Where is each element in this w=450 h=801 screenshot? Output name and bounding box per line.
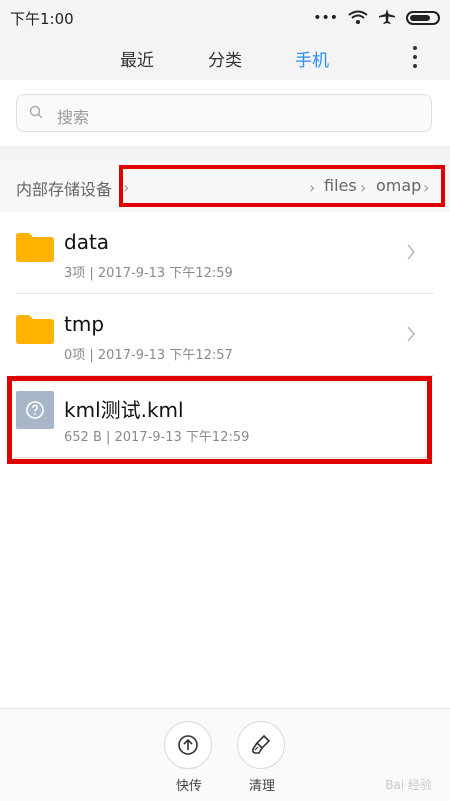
breadcrumb: 内部存储设备 › › files › omap ›	[0, 160, 450, 213]
upload-icon	[178, 735, 198, 755]
file-name: tmp	[64, 312, 105, 336]
file-row[interactable]: kml测试.kml 652 B | 2017-9-13 下午12:59	[0, 376, 450, 458]
search-area: 搜索	[0, 80, 450, 146]
file-row[interactable]: data 3项 | 2017-9-13 下午12:59	[0, 212, 450, 294]
breadcrumb-root[interactable]: 内部存储设备	[16, 176, 112, 200]
row-divider	[16, 457, 434, 458]
chevron-right-icon: ›	[309, 178, 316, 197]
brush-icon	[251, 734, 271, 754]
tab-recent[interactable]: 最近	[120, 46, 154, 71]
folder-icon	[16, 315, 54, 344]
bottom-action-bar: 快传 清理 Bai 经验	[0, 708, 450, 801]
file-name: data	[64, 230, 110, 254]
tab-category[interactable]: 分类	[208, 46, 242, 71]
more-options-icon[interactable]	[412, 46, 418, 68]
watermark: Bai 经验	[385, 778, 432, 792]
more-dots-icon: •••	[313, 10, 338, 26]
quick-transfer-button[interactable]	[164, 721, 212, 769]
clean-label: 清理	[249, 779, 276, 794]
file-meta: 652 B | 2017-9-13 下午12:59	[64, 430, 250, 445]
unknown-file-icon	[16, 391, 54, 429]
file-row[interactable]: tmp 0项 | 2017-9-13 下午12:57	[0, 294, 450, 376]
chevron-right-icon: ›	[423, 178, 430, 197]
file-meta: 3项 | 2017-9-13 下午12:59	[64, 266, 233, 281]
quick-transfer-label: 快传	[176, 779, 203, 794]
chevron-right-icon	[407, 326, 416, 342]
wifi-icon	[348, 9, 368, 28]
tab-phone[interactable]: 手机	[295, 46, 329, 71]
clean-button[interactable]	[237, 721, 285, 769]
airplane-icon	[378, 8, 396, 28]
top-tabs: 最近 分类 手机	[0, 34, 450, 80]
status-bar: 下午1:00 •••	[0, 0, 450, 34]
search-icon	[29, 105, 43, 119]
section-gap	[0, 146, 450, 160]
chevron-right-icon: ›	[123, 178, 130, 197]
status-icons: •••	[313, 8, 440, 28]
chevron-right-icon	[407, 244, 416, 260]
breadcrumb-item[interactable]: files	[324, 176, 357, 195]
file-meta: 0项 | 2017-9-13 下午12:57	[64, 348, 233, 363]
battery-icon	[406, 11, 440, 25]
file-name: kml测试.kml	[64, 398, 184, 422]
breadcrumb-item[interactable]: omap	[376, 176, 421, 195]
chevron-right-icon: ›	[360, 178, 367, 197]
search-placeholder: 搜索	[57, 108, 90, 127]
search-input[interactable]: 搜索	[16, 94, 432, 132]
folder-icon	[16, 233, 54, 262]
status-time: 下午1:00	[10, 10, 74, 28]
